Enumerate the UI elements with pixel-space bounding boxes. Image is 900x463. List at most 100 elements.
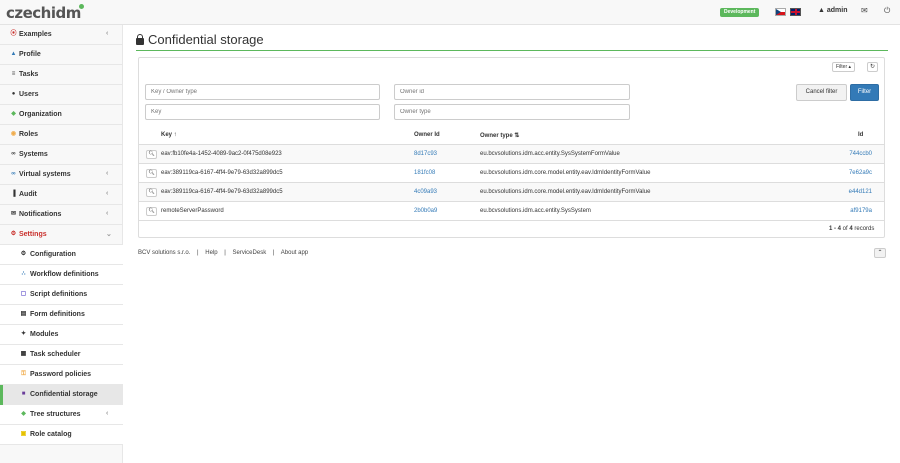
english-flag-icon[interactable]: [790, 8, 801, 16]
calendar-icon: ▦: [20, 351, 27, 357]
gear-icon: ⚙: [10, 231, 17, 237]
chevron-left-icon: ‹: [106, 170, 109, 177]
envelope-icon[interactable]: ✉: [861, 6, 868, 15]
refresh-icon[interactable]: ↻: [867, 62, 878, 72]
table-row: 🔍︎ eav:389119ca-6167-4ff4-9e79-63d32a899…: [139, 183, 884, 202]
chevron-left-icon: ‹: [106, 190, 109, 197]
sidebar-item-workflow-definitions[interactable]: ∴ Workflow definitions: [0, 265, 123, 285]
lock-icon: ■: [21, 391, 26, 397]
row-owner-type: eu.bcvsolutions.idm.acc.entity.SysSystem: [480, 208, 591, 214]
search-icon[interactable]: 🔍︎: [146, 169, 157, 178]
puzzle-icon: ✦: [20, 331, 27, 337]
environment-badge: Development: [720, 8, 760, 17]
row-key: eav:fb10fe4a-1452-4089-9ac2-0f475d08e923: [161, 151, 282, 157]
sidebar-item-profile[interactable]: ▲ Profile: [0, 45, 123, 65]
sidebar-item-form-definitions[interactable]: ▤ Form definitions: [0, 305, 123, 325]
script-icon: ▢: [20, 291, 27, 297]
page-title: Confidential storage: [136, 32, 264, 47]
filter-toggle-button[interactable]: Filter ▴: [832, 62, 856, 72]
row-key: remoteServerPassword: [161, 208, 224, 214]
chevron-left-icon: ‹: [106, 30, 109, 37]
roles-icon: ◉: [10, 131, 17, 137]
row-id-link[interactable]: e44d121: [849, 189, 872, 195]
user-icon: ▲: [818, 7, 827, 14]
row-key: eav:389119ca-6167-4ff4-9e79-63d32a899dc5: [161, 189, 283, 195]
sidebar-item-virtual-systems[interactable]: ∞ Virtual systems ‹: [0, 165, 123, 185]
footer-servicedesk-link[interactable]: ServiceDesk: [233, 250, 267, 256]
table-row: 🔍︎ remoteServerPassword 2b0b0a9 eu.bcvso…: [139, 202, 884, 221]
row-id-link[interactable]: 744ccb0: [849, 151, 872, 157]
row-key: eav:389119ca-6167-4ff4-9e79-63d32a899dc5: [161, 170, 283, 176]
row-owner-id-link[interactable]: 181fc08: [414, 170, 435, 176]
search-icon[interactable]: 🔍︎: [146, 188, 157, 197]
key-icon: ⚿: [21, 371, 26, 377]
key-input[interactable]: [145, 104, 380, 120]
column-header-owner-type[interactable]: Owner type ⇅: [480, 132, 519, 139]
chevron-left-icon: ‹: [106, 210, 109, 217]
row-owner-type: eu.bcvsolutions.idm.core.model.entity.ea…: [480, 170, 651, 176]
gear-icon: ⚙: [20, 251, 27, 257]
sidebar-item-audit[interactable]: ▐ Audit ‹: [0, 185, 123, 205]
app-logo[interactable]: czechidm: [6, 4, 84, 22]
row-owner-id-link[interactable]: 4c09a93: [414, 189, 437, 195]
sidebar-item-organization[interactable]: ◆ Organization: [0, 105, 123, 125]
footer-separator: |: [197, 250, 199, 256]
folder-icon: ▣: [20, 431, 27, 437]
filter-button[interactable]: Filter: [850, 84, 879, 101]
sidebar-item-tasks[interactable]: ≡ Tasks: [0, 65, 123, 85]
lock-icon: [136, 34, 144, 45]
owner-type-input[interactable]: [394, 104, 630, 120]
column-header-id: Id: [858, 132, 864, 138]
row-owner-type: eu.bcvsolutions.idm.core.model.entity.ea…: [480, 189, 651, 195]
sidebar-item-role-catalog[interactable]: ▣ Role catalog: [0, 425, 123, 445]
sidebar-item-configuration[interactable]: ⚙ Configuration: [0, 245, 123, 265]
sidebar: ⦿ Examples ‹ ▲ Profile ≡ Tasks ● Users ◆…: [0, 25, 123, 463]
sidebar-item-task-scheduler[interactable]: ▦ Task scheduler: [0, 345, 123, 365]
chevron-left-icon: ‹: [106, 410, 109, 417]
sidebar-item-tree-structures[interactable]: ◆ Tree structures ‹: [0, 405, 123, 425]
footer-about-link[interactable]: About app: [281, 250, 308, 256]
footer-company: BCV solutions s.r.o.: [138, 250, 191, 256]
link-icon: ∞: [11, 151, 16, 157]
footer: BCV solutions s.r.o. | Help | ServiceDes…: [138, 250, 313, 256]
row-id-link[interactable]: af9179a: [850, 208, 872, 214]
workflow-icon: ∴: [21, 271, 26, 277]
footer-help-link[interactable]: Help: [205, 250, 217, 256]
sidebar-item-modules[interactable]: ✦ Modules: [0, 325, 123, 345]
column-header-owner-id: Owner Id: [414, 132, 440, 138]
sidebar-item-systems[interactable]: ∞ Systems: [0, 145, 123, 165]
sidebar-item-examples[interactable]: ⦿ Examples ‹: [0, 25, 123, 45]
chevron-down-icon: ⌄: [106, 231, 112, 238]
sidebar-item-script-definitions[interactable]: ▢ Script definitions: [0, 285, 123, 305]
sidebar-item-notifications[interactable]: ✉ Notifications ‹: [0, 205, 123, 225]
chart-icon: ▐: [11, 191, 16, 197]
sidebar-item-roles[interactable]: ◉ Roles: [0, 125, 123, 145]
cancel-filter-button[interactable]: Cancel filter: [796, 84, 847, 101]
power-icon[interactable]: ⏻: [884, 6, 890, 16]
tree-icon: ◆: [11, 111, 16, 117]
row-owner-id-link[interactable]: 8d17c93: [414, 151, 437, 157]
footer-separator: |: [272, 250, 275, 256]
sidebar-item-confidential-storage[interactable]: ■ Confidential storage: [0, 385, 123, 405]
search-icon[interactable]: 🔍︎: [146, 207, 157, 216]
scroll-top-chevron-up-icon[interactable]: ⌃: [874, 248, 886, 258]
link-icon: ∞: [11, 171, 16, 177]
row-owner-id-link[interactable]: 2b0b0a9: [414, 208, 437, 214]
user-menu[interactable]: ▲ admin: [818, 7, 848, 14]
search-icon[interactable]: 🔍︎: [146, 150, 157, 159]
footer-separator: |: [224, 250, 226, 256]
sidebar-item-settings[interactable]: ⚙ Settings ⌄: [0, 225, 123, 245]
row-owner-type: eu.bcvsolutions.idm.acc.entity.SysSystem…: [480, 151, 620, 157]
row-id-link[interactable]: 7e62a9c: [849, 170, 872, 176]
key-owner-type-input[interactable]: [145, 84, 380, 100]
table-row: 🔍︎ eav:389119ca-6167-4ff4-9e79-63d32a899…: [139, 164, 884, 183]
examples-icon: ⦿: [10, 31, 17, 37]
czech-flag-icon[interactable]: [775, 8, 786, 16]
sidebar-item-password-policies[interactable]: ⚿ Password policies: [0, 365, 123, 385]
sidebar-item-users[interactable]: ● Users: [0, 85, 123, 105]
column-header-key[interactable]: Key ↑: [161, 132, 177, 138]
owner-id-input[interactable]: [394, 84, 630, 100]
tree-icon: ◆: [21, 411, 26, 417]
table-row: 🔍︎ eav:fb10fe4a-1452-4089-9ac2-0f475d08e…: [139, 145, 884, 164]
logo-dot-icon: [78, 4, 84, 9]
